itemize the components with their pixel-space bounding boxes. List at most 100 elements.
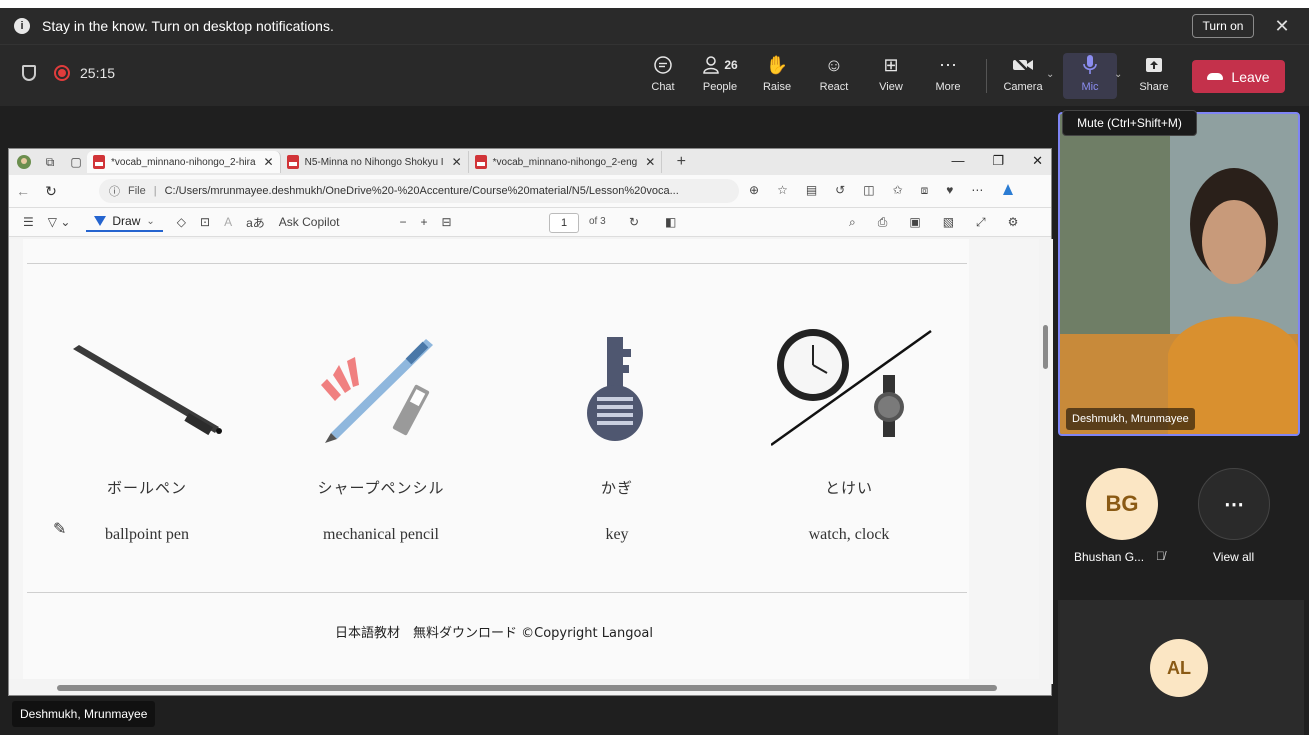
translate-icon[interactable]: aあ xyxy=(246,214,265,231)
view-all-button[interactable]: ⋯ xyxy=(1198,468,1270,540)
mic-button[interactable]: Mic xyxy=(1063,53,1117,99)
copilot-icon[interactable] xyxy=(1001,183,1015,200)
window-close-icon[interactable]: ✕ xyxy=(1032,153,1043,169)
raise-hand-button[interactable]: ✋ Raise xyxy=(750,53,804,99)
ask-copilot-button[interactable]: Ask Copilot xyxy=(279,215,340,229)
page-number-input[interactable]: 1 xyxy=(549,213,579,233)
participant-video-tile[interactable]: Deshmukh, Mrunmayee xyxy=(1058,112,1300,436)
meeting-timer: 25:15 xyxy=(80,65,116,81)
info-icon: i xyxy=(14,18,30,34)
mic-muted-icon: 🎙̸ xyxy=(1156,549,1165,563)
close-tab-icon[interactable]: ✕ xyxy=(264,155,274,169)
chat-button[interactable]: Chat xyxy=(636,53,690,99)
participant-video-feed xyxy=(1060,114,1298,434)
tab-actions-icon[interactable]: ▢ xyxy=(65,151,87,173)
extension-icon[interactable]: ↺ xyxy=(835,183,845,200)
vocab-jp: とけい xyxy=(824,479,873,497)
browser-essentials-icon[interactable]: ♥ xyxy=(946,183,953,200)
mic-options-chevron-icon[interactable]: ⌄ xyxy=(1114,69,1122,80)
address-bar-row: ← ↻ ⓘ File | C:/Users/mrunmayee.deshmukh… xyxy=(9,175,1051,207)
favorite-star-icon[interactable]: ☆ xyxy=(777,183,788,200)
save-as-icon[interactable]: ▧ xyxy=(943,215,954,230)
close-tab-icon[interactable]: ✕ xyxy=(452,155,462,169)
browser-tab-eng[interactable]: *vocab_minnano-nihongo_2-eng ✕ xyxy=(469,151,663,173)
minimize-icon[interactable]: — xyxy=(951,153,964,169)
grid-icon: ⊞ xyxy=(883,55,899,75)
highlight-icon[interactable]: ▽ ⌄ xyxy=(48,215,71,229)
text-format-icon[interactable]: A xyxy=(224,215,232,229)
rotate-icon[interactable]: ↻ xyxy=(629,215,639,229)
vocab-en: ballpoint pen xyxy=(105,526,189,543)
pdf-icon xyxy=(474,155,487,169)
fit-page-icon[interactable]: ⊟ xyxy=(442,215,452,229)
restore-icon[interactable]: ❐ xyxy=(992,153,1004,169)
vocab-en: mechanical pencil xyxy=(323,526,439,543)
fullscreen-icon[interactable]: ⤢ xyxy=(976,215,986,230)
turn-on-button[interactable]: Turn on xyxy=(1192,14,1254,38)
recording-icon xyxy=(54,65,70,81)
split-screen-icon[interactable]: ◫ xyxy=(863,183,874,200)
notification-text: Stay in the know. Turn on desktop notifi… xyxy=(42,18,334,34)
pdf-page xyxy=(23,239,969,684)
settings-more-icon[interactable]: ⋯ xyxy=(971,183,983,200)
meeting-toolbar: 25:15 Chat 26 People ✋ Raise ☺ React ⊞ V… xyxy=(0,44,1309,106)
refresh-icon[interactable]: ↻ xyxy=(37,183,65,200)
contents-icon[interactable]: ☰ xyxy=(23,215,34,229)
mic-tooltip: Mute (Ctrl+Shift+M) xyxy=(1062,110,1197,136)
people-button[interactable]: 26 People xyxy=(693,53,747,99)
draw-button[interactable]: Draw ⌄ xyxy=(86,212,163,232)
profile-avatar-icon[interactable] xyxy=(13,151,35,173)
reader-icon[interactable]: ▤ xyxy=(806,183,817,200)
search-icon[interactable]: ⌕ xyxy=(849,215,856,230)
microphone-icon xyxy=(1082,53,1098,77)
browser-tab-hira[interactable]: *vocab_minnano-nihongo_2-hira ✕ xyxy=(87,151,281,173)
participants-panel: BG ⋯ Bhushan G... 🎙̸ View all xyxy=(1058,444,1304,598)
page-view-icon[interactable]: ◧ xyxy=(665,215,676,229)
view-button[interactable]: ⊞ View xyxy=(864,53,918,99)
participant-tile-al[interactable]: AL xyxy=(1058,600,1304,735)
new-tab-icon[interactable]: + xyxy=(670,151,692,173)
collections-icon[interactable]: ⧈ xyxy=(921,183,929,200)
vocab-jp: かぎ xyxy=(600,479,633,497)
view-all-label[interactable]: View all xyxy=(1213,550,1254,564)
avatar[interactable]: BG xyxy=(1086,468,1158,540)
vertical-scrollbar[interactable] xyxy=(1039,239,1053,684)
close-icon[interactable]: ✕ xyxy=(1270,14,1294,38)
more-button[interactable]: ⋯ More xyxy=(921,53,975,99)
ballpoint-pen-image xyxy=(73,345,222,436)
page-divider-top xyxy=(27,263,967,264)
gear-icon[interactable]: ⚙ xyxy=(1008,215,1019,230)
file-info-icon[interactable]: ⓘ xyxy=(109,183,120,199)
phone-hangup-icon xyxy=(1207,73,1224,80)
eraser-icon[interactable]: ◇ xyxy=(177,215,186,229)
print-icon[interactable]: ⎙ xyxy=(878,215,888,230)
browser-tab-n5[interactable]: N5-Minna no Nihongo Shokyu I ✕ xyxy=(281,151,469,173)
text-box-icon[interactable]: ⊡ xyxy=(200,215,210,229)
shield-icon[interactable] xyxy=(22,65,36,81)
notification-bar: i Stay in the know. Turn on desktop noti… xyxy=(0,8,1309,44)
video-participant-name: Deshmukh, Mrunmayee xyxy=(1066,408,1195,430)
share-button[interactable]: Share xyxy=(1127,53,1181,99)
people-count: 26 xyxy=(724,58,738,72)
zoom-in-icon[interactable]: + xyxy=(421,215,428,229)
react-button[interactable]: ☺ React xyxy=(807,53,861,99)
pencil-cursor-icon: ✎ xyxy=(53,521,67,538)
presenter-name-tag: Deshmukh, Mrunmayee xyxy=(12,701,156,727)
page-footer: 日本語教材 無料ダウンロード ©Copyright Langoal xyxy=(334,626,654,641)
leave-button[interactable]: Leave xyxy=(1192,60,1285,93)
back-icon[interactable]: ← xyxy=(9,183,37,199)
url-text: C:/Users/mrunmayee.deshmukh/OneDrive%20-… xyxy=(164,185,679,197)
camera-options-chevron-icon[interactable]: ⌄ xyxy=(1046,69,1054,80)
zoom-icon[interactable]: ⊕ xyxy=(749,183,759,200)
page-count: of 3 xyxy=(589,216,606,227)
save-icon[interactable]: ▣ xyxy=(909,215,920,230)
zoom-out-icon[interactable]: − xyxy=(400,215,407,229)
close-tab-icon[interactable]: ✕ xyxy=(645,155,655,169)
address-bar[interactable]: ⓘ File | C:/Users/mrunmayee.deshmukh/One… xyxy=(99,179,739,203)
favorites-icon[interactable]: ✩ xyxy=(893,183,903,200)
camera-off-icon xyxy=(1012,53,1034,77)
workspaces-icon[interactable]: ⧉ xyxy=(39,151,61,173)
page-divider-bottom xyxy=(27,592,967,593)
horizontal-scrollbar[interactable] xyxy=(9,679,1039,695)
camera-button[interactable]: Camera xyxy=(996,53,1050,99)
